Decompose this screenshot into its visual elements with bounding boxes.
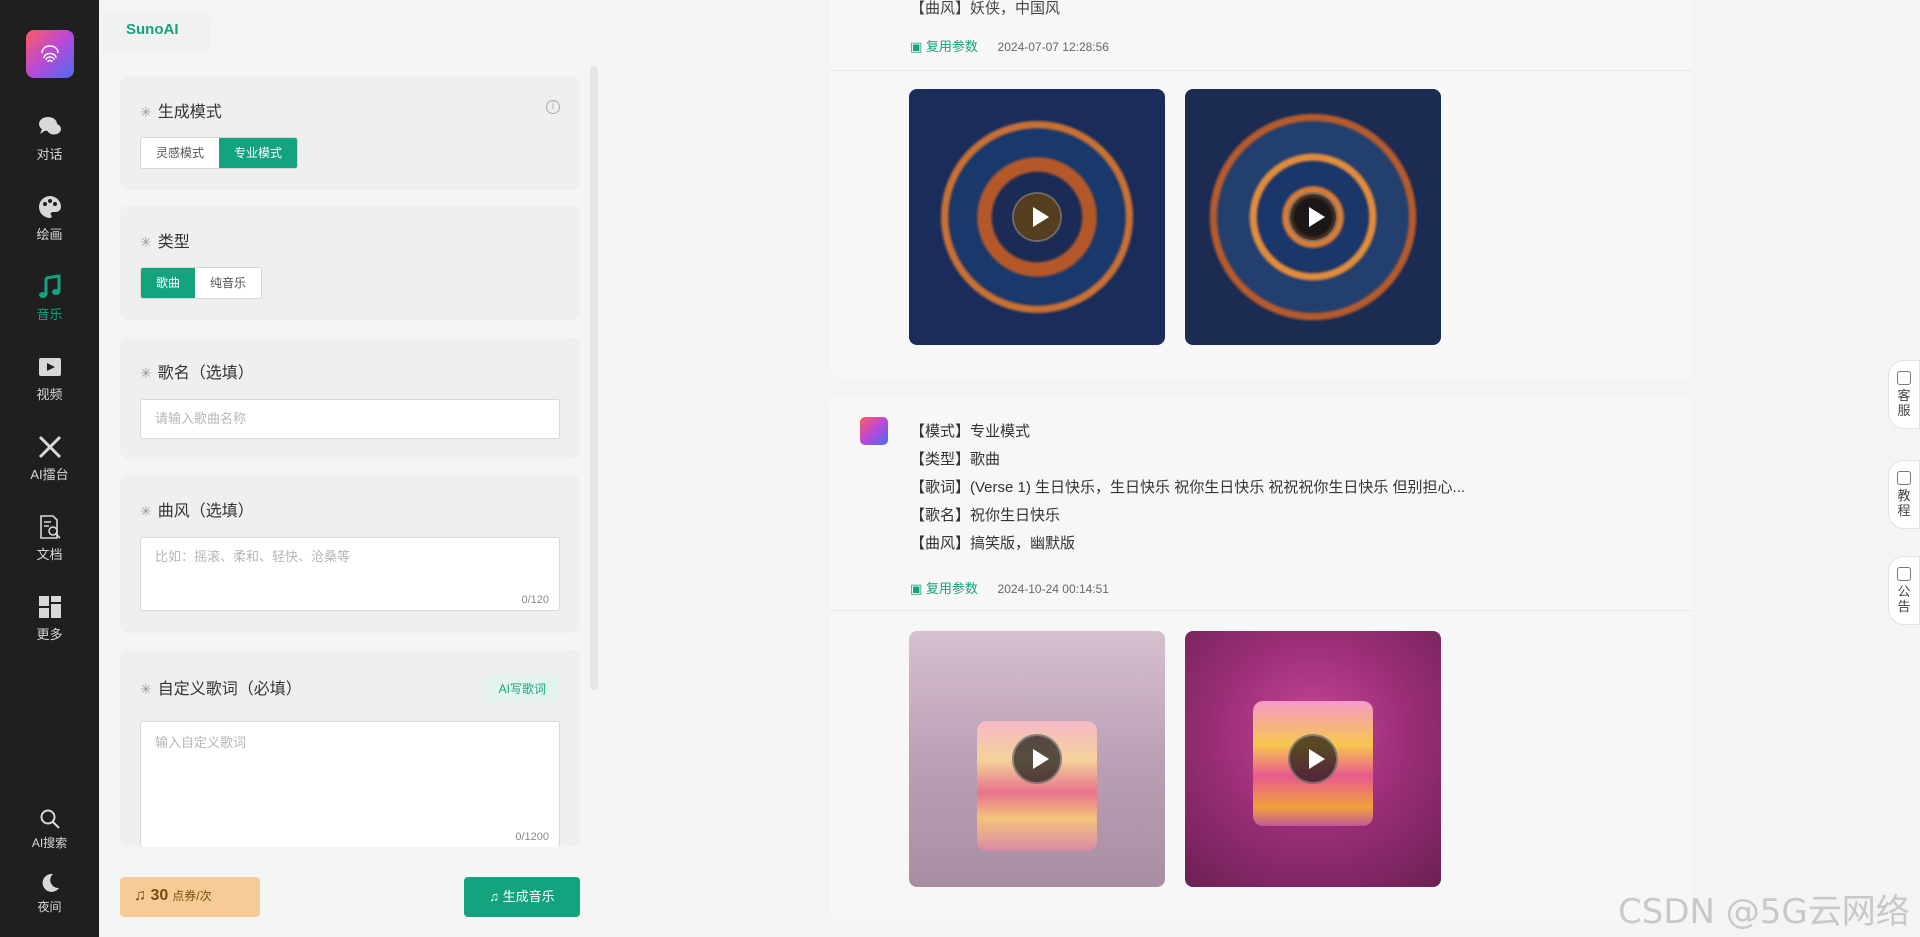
play-icon[interactable] [1288, 192, 1338, 242]
nav-label: 文档 [36, 547, 63, 562]
song-name-input[interactable]: 请输入歌曲名称 [140, 399, 560, 439]
type-instrumental-option[interactable]: 纯音乐 [195, 268, 261, 298]
nav-label: 夜间 [37, 900, 62, 914]
mode-selector: 灵感模式 专业模式 [140, 137, 299, 169]
mode-inspiration-option[interactable]: 灵感模式 [141, 138, 219, 168]
moon-icon [42, 873, 59, 892]
notice-icon [1897, 567, 1911, 581]
song-cover-thumbnail[interactable] [909, 89, 1165, 345]
book-icon [1897, 471, 1911, 485]
result-timestamp: 2024-07-07 12:28:56 [997, 40, 1109, 54]
result-lyrics-line: 【歌词】(Verse 1) 生日快乐，生日快乐 祝你生日快乐 祝祝祝你生日快乐 … [910, 479, 1466, 496]
nav-label: 绘画 [36, 227, 63, 242]
song-cover-thumbnail[interactable] [909, 631, 1165, 887]
panel-scrollbar[interactable] [590, 66, 598, 690]
result-mode-line: 【模式】专业模式 [910, 423, 1031, 440]
nav-label: AI擂台 [30, 467, 69, 482]
ai-write-lyrics-button[interactable]: AI写歌词 [484, 675, 560, 702]
play-icon[interactable] [1012, 192, 1062, 242]
nav-chat[interactable]: 对话 [0, 114, 99, 178]
nav-ai-arena[interactable]: AI擂台 [0, 434, 99, 498]
song-name-title: ✳ 歌名（选填） [140, 365, 254, 382]
nav-label: 音乐 [36, 307, 63, 322]
music-note-icon: ♫ [489, 889, 500, 904]
watermark: CSDN @5G云网络 [1618, 892, 1910, 932]
nav-label: 视频 [36, 387, 63, 402]
mode-pro-option[interactable]: 专业模式 [219, 138, 298, 168]
mode-card: ✳ 生成模式 i 灵感模式 专业模式 [120, 76, 580, 190]
result-timestamp: 2024-10-24 00:14:51 [997, 582, 1109, 596]
nav-label: 对话 [36, 147, 63, 162]
app-logo[interactable] [26, 30, 74, 78]
tab-sunoai[interactable]: SunoAI [102, 10, 210, 54]
song-name-card: ✳ 歌名（选填） 请输入歌曲名称 [120, 337, 580, 459]
play-icon[interactable] [1012, 734, 1062, 784]
nav-more[interactable]: 更多 [0, 594, 99, 658]
nav-docs[interactable]: 文档 [0, 514, 99, 578]
style-input[interactable]: 比如：摇滚、柔和、轻快、沧桑等 0/120 [140, 537, 560, 611]
style-title: ✳ 曲风（选填） [140, 503, 254, 520]
song-cover-thumbnail[interactable] [1185, 89, 1441, 345]
nav-music[interactable]: 音乐 [0, 274, 99, 338]
song-result-card: 【模式】专业模式 【类型】歌曲 【歌词】(Verse 1) 生日快乐，生日快乐 … [830, 396, 1692, 920]
style-counter: 0/120 [521, 594, 549, 606]
nav-label: 更多 [36, 627, 63, 642]
type-title: ✳ 类型 [140, 234, 190, 251]
headset-icon [1897, 371, 1911, 385]
type-song-option[interactable]: 歌曲 [141, 268, 196, 298]
result-title-line: 【歌名】祝你生日快乐 [910, 507, 1061, 524]
customer-service-button[interactable]: 客服 [1888, 360, 1920, 429]
crossed-swords-icon [38, 435, 61, 459]
video-icon [38, 358, 61, 376]
notice-button[interactable]: 公告 [1888, 556, 1920, 625]
play-icon[interactable] [1288, 734, 1338, 784]
mode-title: ✳ 生成模式 [140, 104, 222, 121]
style-card: ✳ 曲风（选填） 比如：摇滚、柔和、轻快、沧桑等 0/120 [120, 475, 580, 633]
avatar [860, 417, 888, 445]
nav-label: AI搜索 [31, 836, 68, 850]
reuse-params-button[interactable]: ▣ 复用参数 [910, 39, 978, 54]
reuse-params-button[interactable]: ▣ 复用参数 [910, 581, 978, 596]
fingerprint-icon [41, 45, 59, 63]
lyrics-counter: 0/1200 [515, 831, 549, 843]
tutorial-button[interactable]: 教程 [1888, 460, 1920, 529]
nav-ai-search[interactable]: AI搜索 [0, 808, 99, 856]
music-note-icon: ♫ [134, 887, 146, 904]
divider [830, 70, 1692, 71]
palette-icon [38, 196, 61, 218]
divider [830, 610, 1692, 611]
result-meta: ▣ 复用参数 2024-07-07 12:28:56 [910, 36, 1109, 55]
type-selector: 歌曲 纯音乐 [140, 267, 263, 299]
nav-video[interactable]: 视频 [0, 354, 99, 418]
lyrics-card: ✳ 自定义歌词（必填） AI写歌词 输入自定义歌词 0/1200 [120, 649, 580, 847]
search-icon [40, 809, 60, 829]
song-cover-thumbnail[interactable] [1185, 631, 1441, 887]
lyrics-title: ✳ 自定义歌词（必填） [140, 681, 302, 698]
music-note-icon [38, 274, 60, 298]
result-meta: ▣ 复用参数 2024-10-24 00:14:51 [910, 578, 1109, 597]
song-result-card: 【曲风】妖侠，中国风 ▣ 复用参数 2024-07-07 12:28:56 [830, 0, 1692, 378]
grid-icon [38, 596, 61, 618]
generate-music-button[interactable]: ♫ 生成音乐 [464, 877, 580, 917]
result-style-line: 【曲风】搞笑版，幽默版 [910, 535, 1076, 552]
info-icon[interactable]: i [546, 100, 560, 114]
nav-night-mode[interactable]: 夜间 [0, 872, 99, 920]
result-style-line: 【曲风】妖侠，中国风 [910, 0, 1061, 17]
nav-drawing[interactable]: 绘画 [0, 194, 99, 258]
document-search-icon [39, 515, 61, 539]
type-card: ✳ 类型 歌曲 纯音乐 [120, 206, 580, 320]
chat-icon [38, 117, 61, 135]
cost-badge: ♫ 30 点券/次 [120, 877, 260, 917]
result-type-line: 【类型】歌曲 [910, 451, 1001, 468]
left-nav: 对话 绘画 音乐 视频 AI擂台 文档 更多 AI搜索 夜间 [0, 0, 99, 937]
lyrics-input[interactable]: 输入自定义歌词 0/1200 [140, 721, 560, 847]
